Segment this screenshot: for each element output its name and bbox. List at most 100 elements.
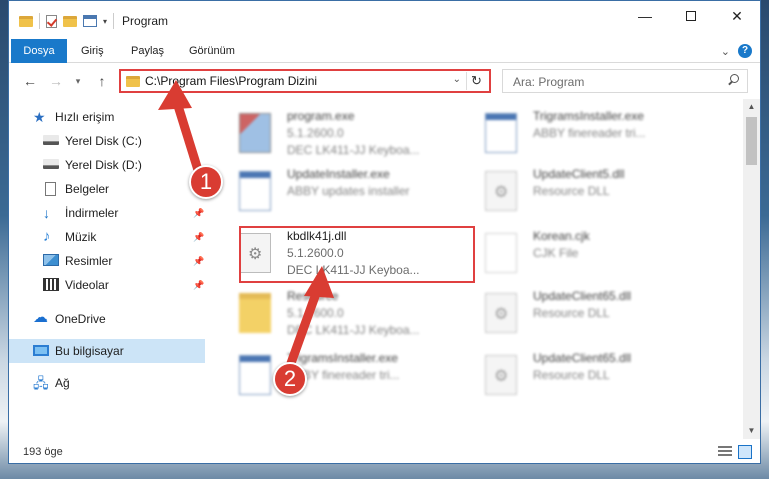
- search-box[interactable]: Ara: Program: [502, 69, 748, 93]
- close-button[interactable]: ✕: [714, 1, 760, 31]
- sidebar-item-label: Yerel Disk (D:): [65, 158, 142, 172]
- navigation-pane: ★ Hızlı erişim Yerel Disk (C:) Yerel Dis…: [9, 99, 209, 439]
- file-item[interactable]: TrigramsInstaller.exe ABBY finereader tr…: [475, 105, 715, 161]
- music-icon: ♪: [43, 228, 51, 245]
- customize-icon[interactable]: [83, 15, 97, 27]
- sidebar-item-this-pc[interactable]: Bu bilgisayar: [9, 339, 205, 363]
- cloud-icon: ☁: [33, 309, 48, 326]
- sidebar-item-disk-c[interactable]: Yerel Disk (C:): [9, 129, 205, 153]
- file-name: Korean.cjk: [533, 229, 590, 243]
- address-bar[interactable]: C:\Program Files\Program Dizini ⌄ ↻: [119, 69, 491, 93]
- address-dropdown-icon[interactable]: ⌄: [453, 74, 461, 85]
- ribbon-right-controls: ⌄ ?: [721, 44, 752, 58]
- sidebar-item-downloads[interactable]: ↓ İndirmeler 📌: [9, 201, 205, 225]
- sidebar-item-music[interactable]: ♪ Müzik 📌: [9, 225, 205, 249]
- drive-icon: [43, 159, 59, 169]
- search-icon: [727, 74, 739, 86]
- maximize-icon: [686, 11, 696, 21]
- pin-icon[interactable]: 📌: [193, 256, 204, 267]
- sidebar-item-label: Müzik: [65, 230, 97, 244]
- title-bar: ▾ Program — ✕: [9, 1, 760, 39]
- step-1-callout: 1: [189, 165, 223, 199]
- properties-check-icon[interactable]: [46, 14, 57, 28]
- status-bar: 193 öge: [9, 439, 760, 463]
- sidebar-item-pictures[interactable]: Resimler 📌: [9, 249, 205, 273]
- scroll-thumb[interactable]: [746, 117, 757, 165]
- recent-locations-icon[interactable]: ▾: [69, 72, 87, 90]
- sidebar-item-label: Bu bilgisayar: [55, 344, 124, 358]
- file-item[interactable]: UpdateClient65.dll Resource DLL: [475, 285, 715, 341]
- tab-view[interactable]: Görünüm: [189, 39, 235, 63]
- file-name: UpdateInstaller.exe: [287, 167, 390, 181]
- back-arrow-icon[interactable]: ←: [21, 72, 39, 90]
- window-title: Program: [122, 14, 169, 28]
- file-version: 5.1.2600.0: [287, 306, 344, 320]
- dll-file-icon: [485, 171, 517, 211]
- pin-icon[interactable]: 📌: [193, 232, 204, 243]
- qat-dropdown-icon[interactable]: ▾: [103, 17, 107, 26]
- tab-share[interactable]: Paylaş: [131, 39, 164, 63]
- forward-arrow-icon[interactable]: →: [47, 72, 65, 90]
- minimize-button[interactable]: —: [622, 1, 668, 31]
- sidebar-item-onedrive[interactable]: ☁ OneDrive: [9, 307, 205, 331]
- tab-home[interactable]: Giriş: [81, 39, 104, 63]
- file-type: CJK File: [533, 246, 579, 260]
- up-arrow-icon[interactable]: ↑: [93, 72, 111, 90]
- new-folder-icon[interactable]: [63, 15, 77, 27]
- minimize-icon: —: [638, 8, 652, 24]
- file-item[interactable]: program.exe 5.1.2600.0 DEC LK411-JJ Keyb…: [229, 105, 469, 161]
- program-file-icon: [239, 113, 271, 153]
- details-view-icon[interactable]: [718, 446, 732, 458]
- sidebar-item-label: Resimler: [65, 254, 113, 268]
- file-item[interactable]: UpdateClient5.dll Resource DLL: [475, 163, 715, 219]
- tiles-view-icon[interactable]: [738, 445, 752, 459]
- sidebar-item-label: Hızlı erişim: [55, 110, 115, 124]
- expand-ribbon-icon[interactable]: ⌄: [721, 45, 730, 58]
- close-icon: ✕: [731, 7, 743, 24]
- selection-highlight: [239, 226, 475, 283]
- documents-icon: [45, 182, 56, 196]
- scroll-up-icon[interactable]: ▲: [743, 99, 760, 115]
- vertical-scrollbar[interactable]: ▲ ▼: [743, 99, 760, 439]
- folder-icon: [239, 293, 271, 333]
- sidebar-item-network[interactable]: 🖧 Ağ: [9, 371, 205, 395]
- help-icon[interactable]: ?: [738, 44, 752, 58]
- sidebar-item-documents[interactable]: Belgeler: [9, 177, 205, 201]
- sidebar-item-label: İndirmeler: [65, 206, 119, 220]
- file-name: Resource: [287, 289, 339, 303]
- sidebar-item-videos[interactable]: Videolar 📌: [9, 273, 205, 297]
- dll-file-icon: [485, 293, 517, 333]
- star-icon: ★: [33, 109, 46, 125]
- file-item[interactable]: Resource 5.1.2600.0 DEC LK411-JJ Keyboa.…: [229, 285, 469, 341]
- sidebar-item-disk-d[interactable]: Yerel Disk (D:): [9, 153, 205, 177]
- pin-icon[interactable]: 📌: [193, 208, 204, 219]
- file-item[interactable]: UpdateClient65.dll Resource DLL: [475, 347, 715, 403]
- file-version: 5.1.2600.0: [287, 126, 344, 140]
- file-description: DEC LK411-JJ Keyboa...: [287, 323, 420, 337]
- pin-icon[interactable]: 📌: [193, 280, 204, 291]
- ribbon-tabs: Dosya Giriş Paylaş Görünüm ⌄ ?: [9, 39, 760, 63]
- refresh-icon[interactable]: ↻: [466, 72, 486, 90]
- file-name: TrigramsInstaller.exe: [533, 109, 644, 123]
- file-item[interactable]: Korean.cjk CJK File: [475, 225, 715, 281]
- search-placeholder[interactable]: Ara: Program: [513, 75, 584, 89]
- maximize-button[interactable]: [668, 1, 714, 31]
- computer-icon: [33, 345, 49, 356]
- folder-icon[interactable]: [19, 15, 33, 27]
- sidebar-item-label: Videolar: [65, 278, 109, 292]
- scroll-down-icon[interactable]: ▼: [743, 423, 760, 439]
- toolbar-separator: [113, 13, 115, 29]
- address-path[interactable]: C:\Program Files\Program Dizini: [145, 74, 317, 88]
- tab-file[interactable]: Dosya: [11, 39, 67, 63]
- folder-icon: [126, 76, 140, 87]
- file-type: Resource DLL: [533, 184, 610, 198]
- file-description: DEC LK411-JJ Keyboa...: [287, 143, 420, 157]
- exe-file-icon: [239, 171, 271, 211]
- file-name: UpdateClient5.dll: [533, 167, 625, 181]
- file-item[interactable]: UpdateInstaller.exe ABBY updates install…: [229, 163, 469, 219]
- sidebar-item-quick-access[interactable]: ★ Hızlı erişim: [9, 105, 205, 129]
- file-type: Resource DLL: [533, 368, 610, 382]
- explorer-window: ▾ Program — ✕ Dosya Giriş Paylaş Görünüm…: [8, 0, 761, 464]
- file-type: Resource DLL: [533, 306, 610, 320]
- file-item[interactable]: TrigramsInstaller.exe ABBY finereader tr…: [229, 347, 469, 403]
